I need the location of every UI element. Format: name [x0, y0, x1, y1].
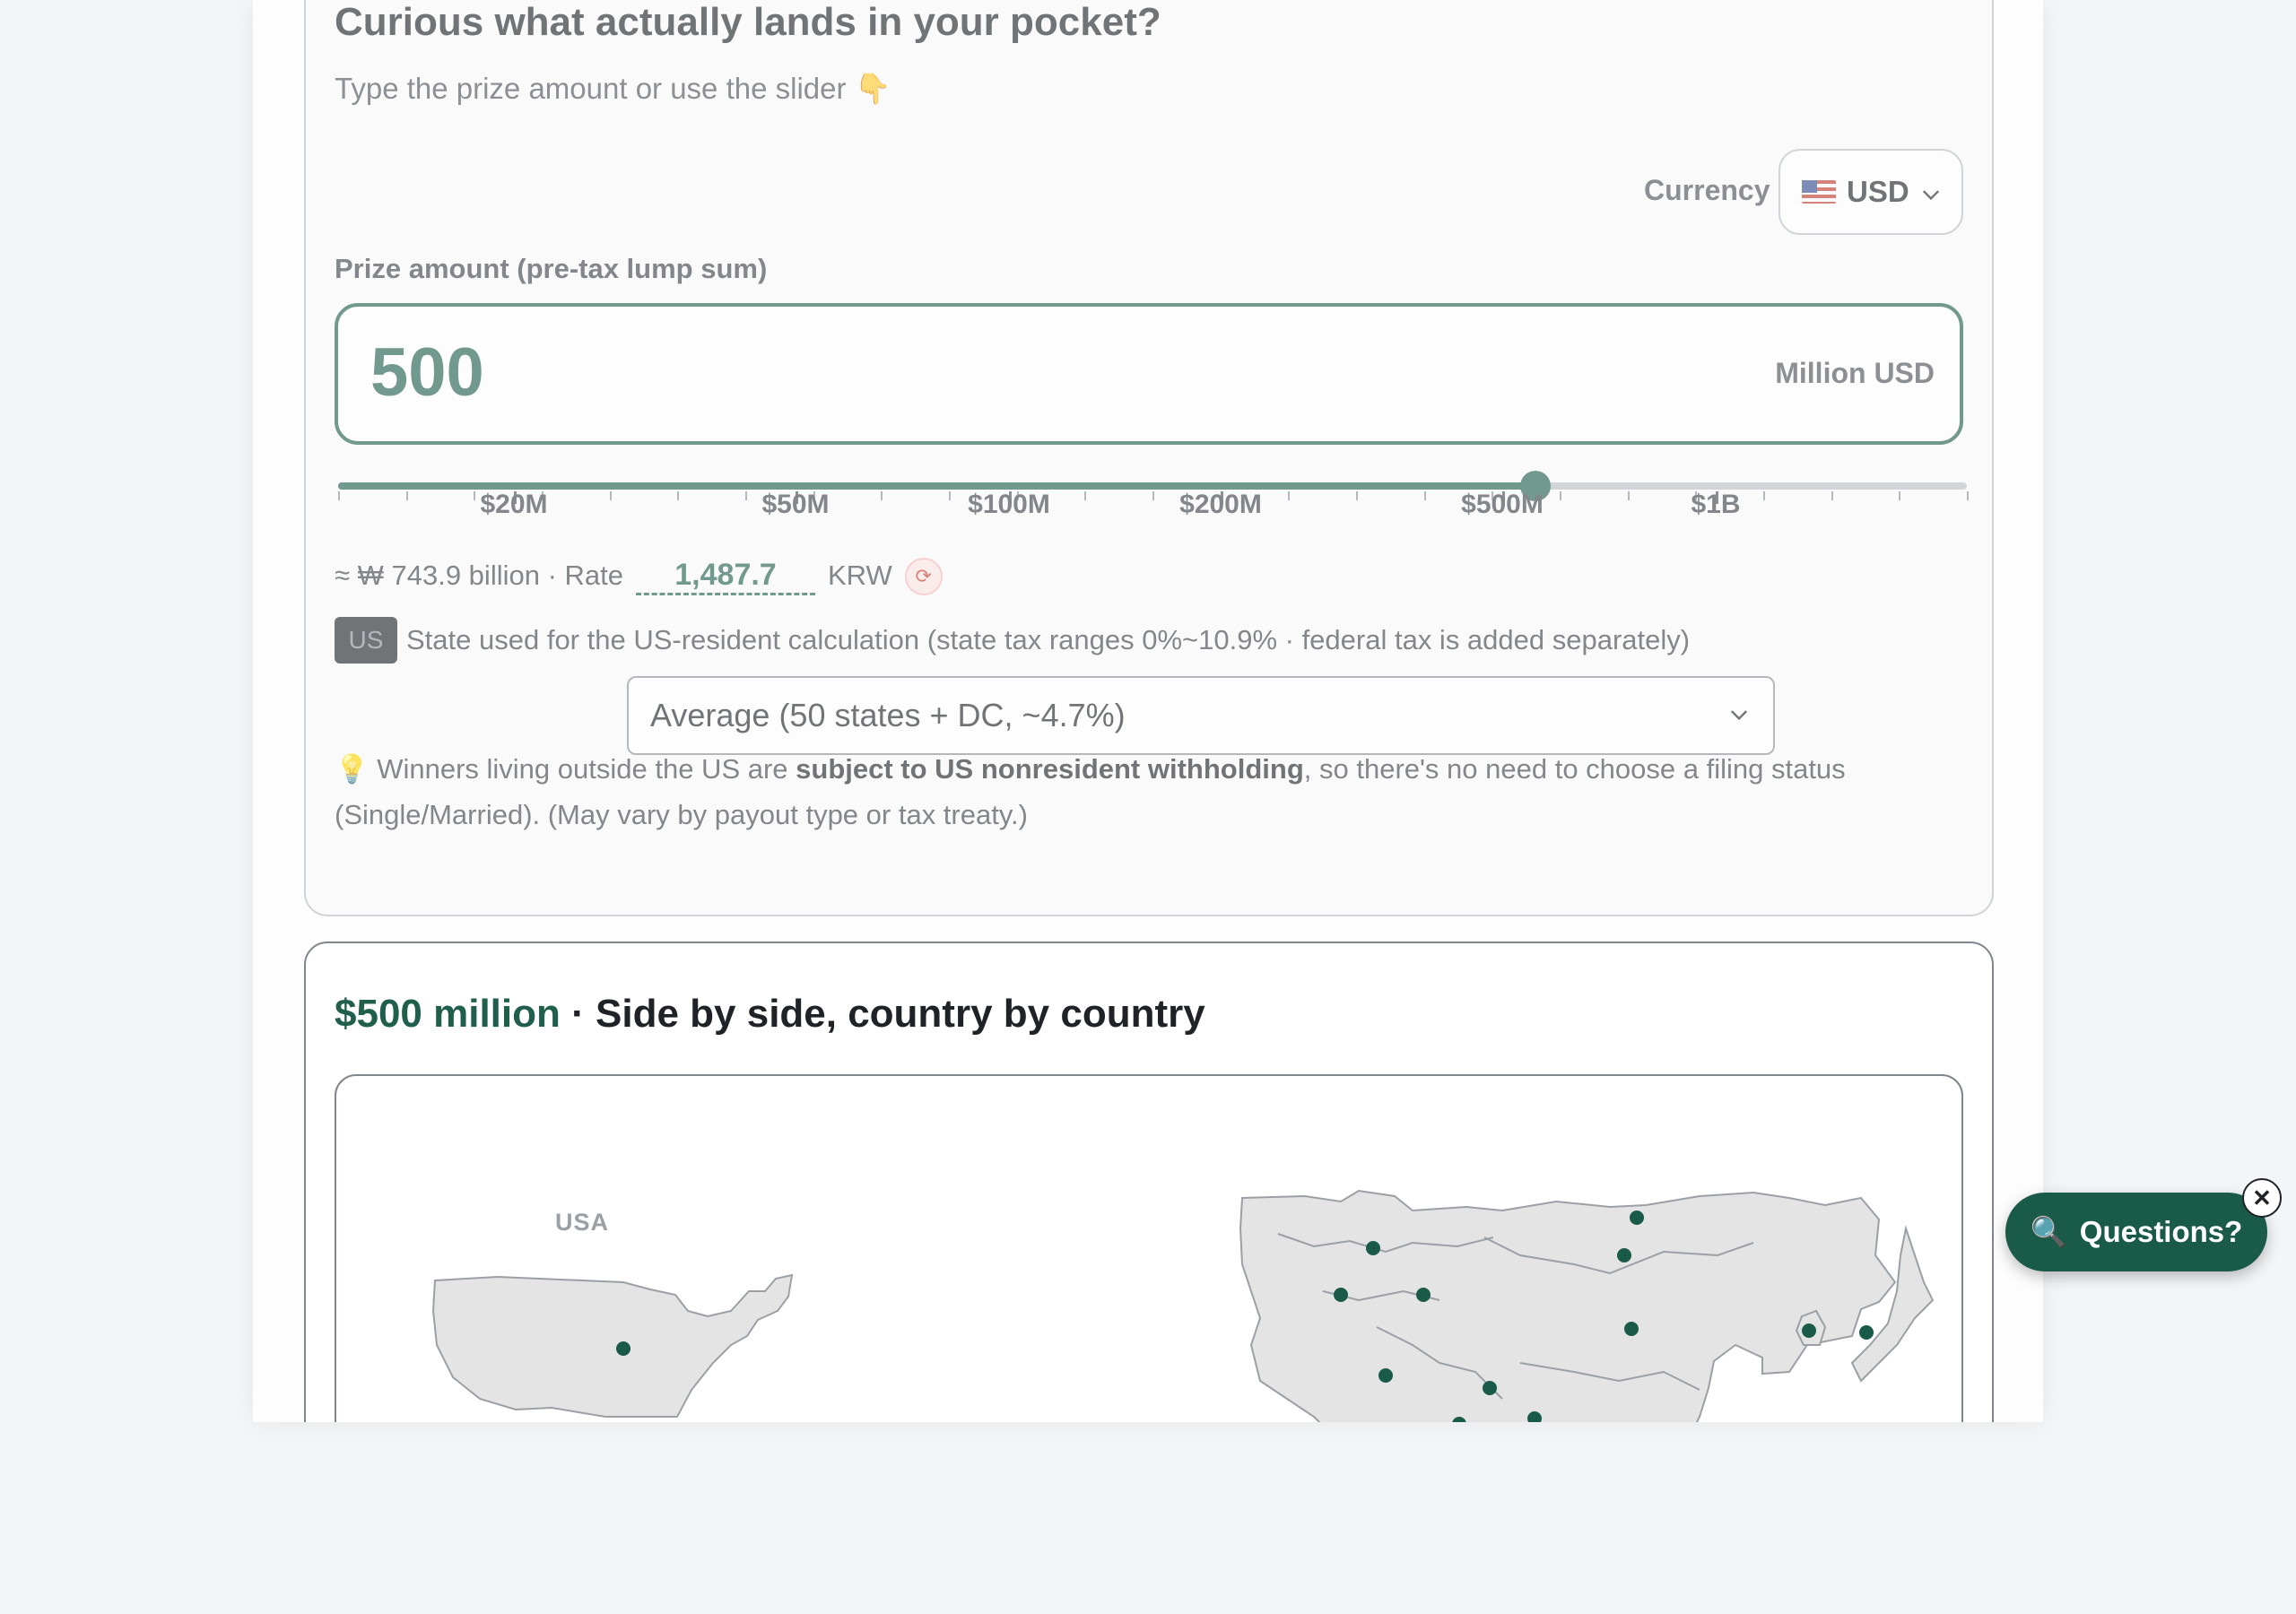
slider-tick [1560, 491, 1561, 500]
prize-label: Prize amount (pre-tax lump sum) [335, 253, 768, 284]
main-column: Curious what actually lands in your pock… [253, 0, 2043, 1422]
currency-label: Currency [1644, 174, 1770, 206]
slider-tick [1152, 491, 1154, 500]
state-info: US State used for the US-resident calcul… [335, 617, 1690, 664]
slider-tick [745, 491, 747, 500]
exchange-rate-input[interactable] [636, 558, 815, 595]
slider-tick [1627, 491, 1630, 500]
comparison-heading: Side by side, country by country [596, 992, 1205, 1036]
slider-tick [1288, 491, 1291, 500]
search-icon: 🔍 [2030, 1214, 2067, 1248]
slider-tick [1831, 491, 1833, 500]
comparison-amount: $500 million [335, 992, 561, 1036]
country-comparison-card: $500 million · Side by side, country by … [304, 941, 1994, 1422]
map-marker[interactable] [1617, 1248, 1631, 1263]
state-select[interactable]: Average (50 states + DC, ~4.7%) [627, 676, 1775, 755]
calculator-input-card: Curious what actually lands in your pock… [304, 0, 1994, 916]
slider-tick [1763, 491, 1765, 500]
prize-input[interactable] [370, 334, 1447, 412]
us-badge: US [335, 617, 397, 664]
state-description: State used for the US-resident calculati… [406, 624, 1691, 655]
close-help-button[interactable]: ✕ [2242, 1178, 2282, 1218]
slider-tick [609, 491, 612, 500]
refresh-icon[interactable]: ⟳ [904, 558, 943, 595]
slider-tick [949, 491, 951, 500]
krw-currency: KRW [828, 560, 892, 591]
slider-tick [881, 491, 883, 500]
questions-label: Questions? [2079, 1215, 2243, 1248]
usa-shape[interactable] [431, 1273, 794, 1418]
slider-fill [338, 482, 1535, 490]
map-marker-usa[interactable] [616, 1341, 631, 1356]
note-prefix: 💡 Winners living outside the US are [335, 753, 796, 785]
chevron-down-icon [1922, 183, 1940, 201]
slider-tick-label: $1B [1691, 490, 1741, 519]
krw-approx: ≈ ₩ 743.9 billion · Rate [335, 560, 623, 591]
card-subtitle: Type the prize amount or use the slider … [335, 72, 891, 105]
slider-tick [474, 491, 476, 500]
krw-conversion: ≈ ₩ 743.9 billion · Rate KRW ⟳ [335, 558, 943, 595]
slider-tick [1423, 491, 1426, 500]
slider-tick [1356, 491, 1358, 500]
map-marker[interactable] [1378, 1368, 1393, 1383]
slider-tick [405, 491, 408, 500]
map-marker[interactable] [1334, 1288, 1348, 1302]
slider-tick [338, 491, 340, 500]
map-marker-japan[interactable] [1859, 1325, 1874, 1340]
map-marker[interactable] [1416, 1288, 1431, 1302]
title-separator: · [560, 992, 596, 1036]
map-marker-korea[interactable] [1802, 1323, 1816, 1338]
prize-input-box[interactable]: Million USD [335, 303, 1963, 445]
slider-tick-label: $100M [968, 490, 1050, 519]
card-title: Curious what actually lands in your pock… [335, 0, 1161, 44]
slider-tick [1084, 491, 1087, 500]
currency-value: USD [1847, 175, 1909, 208]
nonresident-note: 💡 Winners living outside the US are subj… [335, 746, 1967, 837]
map-marker[interactable] [1624, 1322, 1639, 1336]
us-flag-icon [1802, 180, 1836, 204]
slider-tick-label: $50M [761, 490, 830, 519]
comparison-title: $500 million · Side by side, country by … [335, 992, 1205, 1037]
slider-tick-label: $20M [480, 490, 548, 519]
slider-tick [677, 491, 680, 500]
map-marker[interactable] [1483, 1381, 1497, 1395]
prize-unit: Million USD [1775, 357, 1935, 389]
slider-tick-label: $500M [1461, 490, 1544, 519]
questions-button[interactable]: 🔍 Questions? [2005, 1193, 2267, 1271]
asia-shape[interactable] [1239, 1189, 1897, 1422]
slider-tick-label: $200M [1179, 490, 1262, 519]
map-marker[interactable] [1366, 1241, 1380, 1255]
world-map-svg [431, 1189, 1935, 1422]
country-map[interactable]: USA [335, 1074, 1963, 1422]
slider-tick [1967, 491, 1969, 500]
note-bold: subject to US nonresident withholding [796, 753, 1304, 785]
slider-tick [1899, 491, 1901, 500]
chevron-down-icon [1730, 703, 1748, 721]
currency-select[interactable]: USD [1779, 149, 1963, 235]
state-select-value: Average (50 states + DC, ~4.7%) [650, 697, 1126, 733]
map-marker[interactable] [1630, 1210, 1644, 1225]
